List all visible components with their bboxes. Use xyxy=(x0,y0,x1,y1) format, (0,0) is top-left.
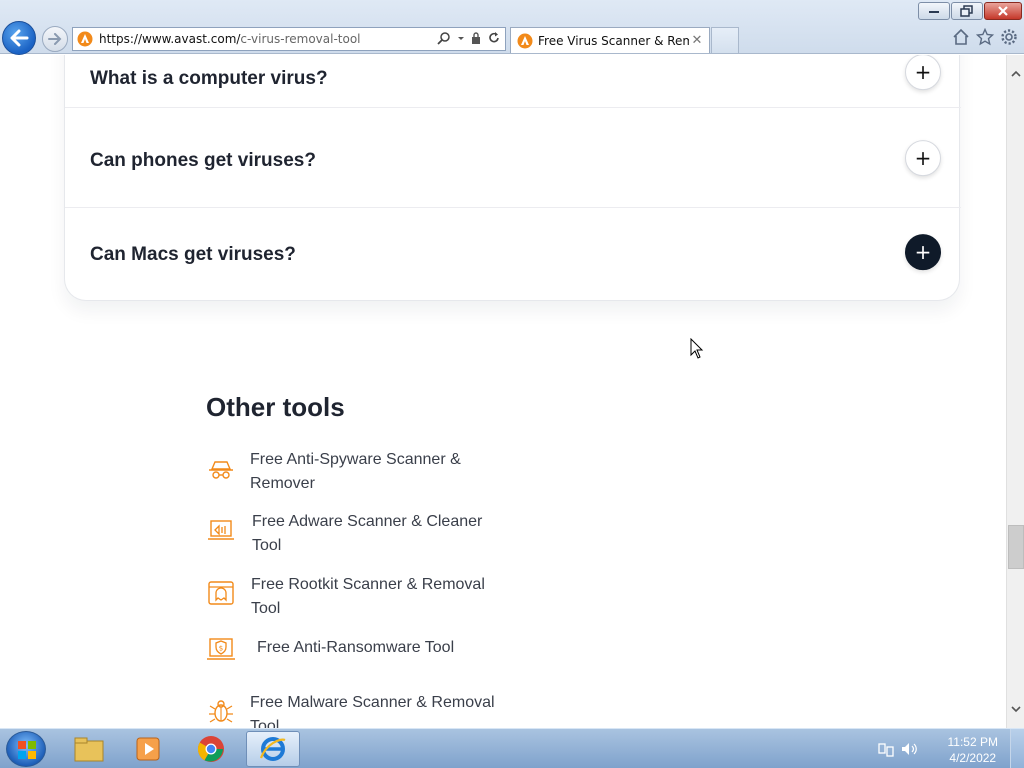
clock-time: 11:52 PM xyxy=(947,735,998,749)
ransomware-shield-icon: $ xyxy=(207,638,235,660)
avast-logo-icon xyxy=(77,31,93,47)
url-host: https://www.avast.com/ xyxy=(99,32,241,46)
page-viewport: What is a computer virus? + Can phones g… xyxy=(0,55,1006,728)
address-bar[interactable]: https://www.avast.com/c-virus-removal-to… xyxy=(72,27,506,51)
tool-label[interactable]: Free Rootkit Scanner & Removal Tool xyxy=(251,573,501,621)
tool-label[interactable]: Free Malware Scanner & Removal Tool xyxy=(250,691,500,728)
taskbar: 11:52 PM 4/2/2022 xyxy=(0,728,1024,768)
taskbar-chrome[interactable] xyxy=(184,731,238,767)
browser-right-icons xyxy=(952,28,1018,46)
media-player-icon xyxy=(136,737,160,761)
close-tab-icon[interactable]: ✕ xyxy=(689,33,705,48)
volume-icon[interactable] xyxy=(900,741,918,757)
home-icon[interactable] xyxy=(952,28,970,46)
scrollbar-thumb[interactable] xyxy=(1008,525,1024,569)
faq-item[interactable]: What is a computer virus? + xyxy=(65,55,961,108)
faq-item[interactable]: Can Macs get viruses? + xyxy=(65,208,961,301)
mouse-cursor-icon xyxy=(690,338,704,359)
restore-button[interactable] xyxy=(951,2,983,20)
tool-label[interactable]: Free Anti-Ransomware Tool xyxy=(257,636,507,660)
taskbar-internet-explorer[interactable] xyxy=(246,731,300,767)
close-window-button[interactable] xyxy=(984,2,1022,20)
vertical-scrollbar[interactable] xyxy=(1006,55,1024,728)
clock-date: 4/2/2022 xyxy=(949,751,997,765)
folder-icon xyxy=(74,737,104,762)
malware-bug-icon xyxy=(209,700,233,723)
tool-label[interactable]: Free Adware Scanner & Cleaner Tool xyxy=(252,510,502,558)
expand-plus-icon[interactable]: + xyxy=(905,233,941,270)
scroll-up-arrow-icon[interactable] xyxy=(1007,65,1024,83)
tool-label[interactable]: Free Anti-Spyware Scanner & Remover xyxy=(250,448,500,496)
new-tab-button[interactable] xyxy=(711,27,739,53)
expand-plus-icon[interactable]: + xyxy=(905,55,941,91)
chrome-icon xyxy=(197,736,224,762)
internet-explorer-icon xyxy=(259,737,286,761)
faq-item[interactable]: Can phones get viruses? + xyxy=(65,115,961,208)
faq-question: Can Macs get viruses? xyxy=(90,243,296,265)
system-tray: 11:52 PM 4/2/2022 xyxy=(874,729,1024,768)
spy-icon xyxy=(209,461,233,479)
faq-question: What is a computer virus? xyxy=(90,68,328,89)
adware-laptop-icon xyxy=(208,520,234,540)
url-path: c-virus-removal-tool xyxy=(240,32,361,46)
avast-logo-icon xyxy=(517,33,533,48)
expand-plus-icon[interactable]: + xyxy=(905,140,941,177)
start-button[interactable] xyxy=(6,731,46,767)
other-tools-heading: Other tools xyxy=(206,392,345,422)
settings-gear-icon[interactable] xyxy=(1000,28,1018,46)
lock-icon[interactable] xyxy=(471,31,481,45)
window-controls xyxy=(918,2,1022,20)
network-icon[interactable] xyxy=(878,741,894,757)
taskbar-media-player[interactable] xyxy=(122,731,176,767)
back-button[interactable] xyxy=(2,21,36,55)
faq-question: Can phones get viruses? xyxy=(90,150,316,171)
rootkit-ghost-icon xyxy=(208,581,234,605)
faq-accordion: What is a computer virus? + Can phones g… xyxy=(64,55,961,301)
tab-active[interactable]: Free Virus Scanner & Remo... ✕ xyxy=(510,27,710,53)
favorites-star-icon[interactable] xyxy=(976,28,994,46)
scroll-down-arrow-icon[interactable] xyxy=(1007,700,1024,718)
dropdown-arrow-icon[interactable] xyxy=(457,31,465,45)
refresh-icon[interactable] xyxy=(487,31,501,45)
taskbar-file-explorer[interactable] xyxy=(62,731,116,767)
search-icon[interactable] xyxy=(437,31,451,45)
browser-toolbar: https://www.avast.com/c-virus-removal-to… xyxy=(0,0,1024,55)
forward-button[interactable] xyxy=(42,26,68,52)
minimize-button[interactable] xyxy=(918,2,950,20)
svg-text:$: $ xyxy=(219,645,223,653)
taskbar-clock[interactable]: 11:52 PM 4/2/2022 xyxy=(948,734,998,766)
tab-title: Free Virus Scanner & Remo... xyxy=(538,33,689,48)
show-desktop-button[interactable] xyxy=(1010,729,1024,768)
